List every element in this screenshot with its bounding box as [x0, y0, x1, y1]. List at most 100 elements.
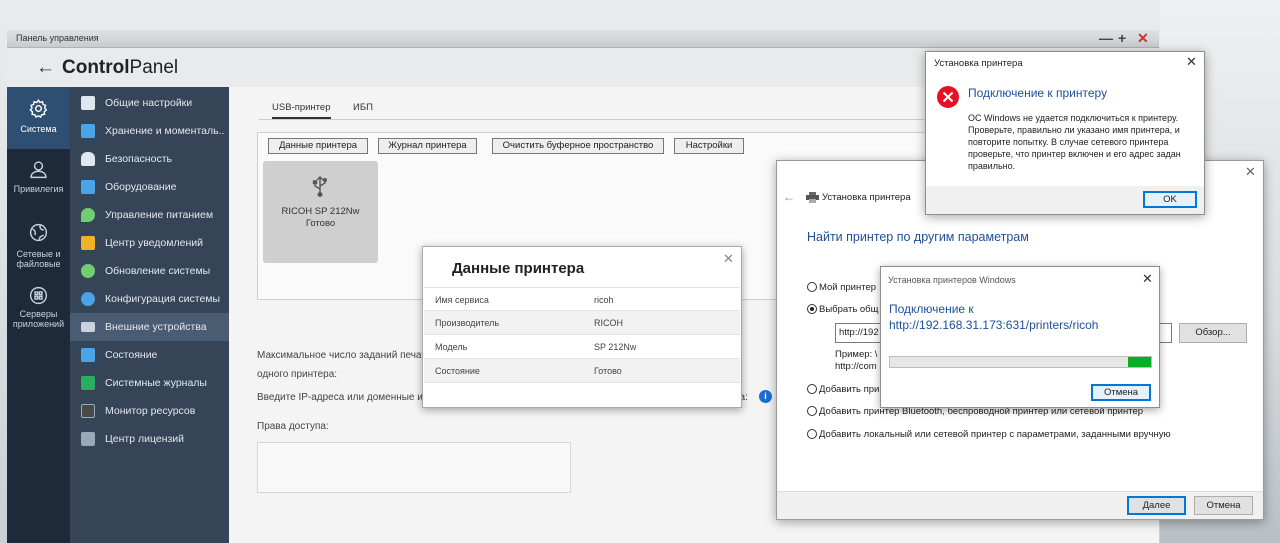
printer-card-name: RICOH SP 212Nw [281, 206, 360, 217]
minimize-button[interactable]: — [1099, 30, 1113, 47]
nav-app-servers-label: Серверы приложений [12, 309, 65, 329]
table-row: Модель SP 212Nw [424, 335, 740, 359]
sidebar-item-label: Центр уведомлений [105, 237, 203, 249]
sidebar-item-logs[interactable]: Системные журналы [70, 369, 229, 397]
radio-label: Выбрать общ [819, 304, 879, 315]
sidebar-item-update[interactable]: Обновление системы [70, 257, 229, 285]
example-text: http://com [835, 361, 877, 372]
radio-label: Добавить при [819, 384, 880, 395]
row-key: Производитель [435, 318, 500, 328]
radio-label: Добавить локальный или сетевой принтер с… [819, 429, 1171, 440]
nav-app-servers[interactable]: Серверы приложений [7, 279, 70, 341]
sidebar-item-label: Безопасность [105, 153, 172, 165]
printer-card[interactable]: RICOH SP 212Nw Готово [263, 161, 378, 263]
sidebar-item-label: Хранение и моменталь... [105, 125, 225, 137]
connection-progress-dialog: Установка принтеров Windows ✕ Подключени… [880, 266, 1160, 408]
error-icon [937, 86, 959, 108]
sidebar-item-label: Обновление системы [105, 265, 211, 277]
cancel-button[interactable]: Отмена [1194, 496, 1253, 515]
back-arrow-icon[interactable]: ← [36, 58, 55, 77]
row-value: ricoh [594, 295, 614, 305]
sidebar-item-power[interactable]: Управление питанием [70, 201, 229, 229]
back-arrow-icon[interactable]: ← [783, 190, 795, 204]
connection-heading: Подключение к http://192.168.31.173:631/… [889, 301, 1151, 333]
printer-log-button[interactable]: Журнал принтера [378, 138, 477, 154]
sidebar-item-resource-monitor[interactable]: Монитор ресурсов [70, 397, 229, 425]
sidebar-item-label: Состояние [105, 349, 158, 361]
nav-system[interactable]: Система [7, 87, 70, 149]
tab-usb-printer[interactable]: USB-принтер [272, 102, 331, 119]
row-value: Готово [594, 366, 622, 376]
browse-button[interactable]: Обзор... [1179, 323, 1247, 343]
max-jobs-label: Максимальное число заданий печат [257, 350, 426, 361]
tab-ups[interactable]: ИБП [353, 102, 373, 113]
sidebar-item-security[interactable]: Безопасность [70, 145, 229, 173]
access-rights-label: Права доступа: [257, 421, 329, 432]
update-icon [81, 264, 95, 278]
sidebar-item-status[interactable]: Состояние [70, 341, 229, 369]
printer-data-dialog: Данные принтера ✕ Имя сервиса ricoh Прои… [422, 246, 742, 408]
ok-button[interactable]: OK [1143, 191, 1197, 208]
sidebar-item-notifications[interactable]: Центр уведомлений [70, 229, 229, 257]
sidebar-item-label: Управление питанием [105, 209, 214, 221]
sidebar-item-general[interactable]: Общие настройки [70, 89, 229, 117]
printer-data-button[interactable]: Данные принтера [268, 138, 368, 154]
settings-doc-icon [81, 96, 95, 110]
power-icon [81, 208, 95, 222]
radio-select-shared[interactable] [807, 304, 817, 314]
close-icon[interactable]: ✕ [1186, 54, 1197, 70]
external-device-icon [81, 322, 95, 332]
sidebar-item-license[interactable]: Центр лицензий [70, 425, 229, 453]
dialog-footer: OK [926, 186, 1204, 214]
gear-icon [29, 98, 48, 119]
sidebar-item-label: Системные журналы [105, 377, 207, 389]
radio-add-by-ip[interactable] [807, 384, 817, 394]
sidebar-item-label: Конфигурация системы [105, 293, 221, 305]
progress-bar [889, 356, 1152, 368]
nav-privileges[interactable]: Привилегия [7, 151, 70, 213]
sidebar-item-hardware[interactable]: Оборудование [70, 173, 229, 201]
settings-button[interactable]: Настройки [674, 138, 744, 154]
close-icon[interactable]: ✕ [1142, 271, 1153, 287]
nav-network-file[interactable]: Сетевые и файловые [7, 215, 70, 277]
row-value: SP 212Nw [594, 342, 637, 352]
error-message: ОС Windows не удается подключиться к при… [968, 113, 1181, 171]
printer-error-dialog: Установка принтера ✕ Подключение к принт… [925, 51, 1205, 215]
progress-fill [1127, 357, 1151, 367]
usb-icon [312, 176, 327, 197]
dialog-title: Установка принтера [934, 58, 1023, 69]
close-icon[interactable]: ✕ [723, 251, 734, 267]
cancel-button[interactable]: Отмена [1091, 384, 1151, 401]
config-icon [81, 292, 95, 306]
clear-buffer-button[interactable]: Очистить буферное пространство [492, 138, 664, 154]
info-icon[interactable]: i [759, 390, 772, 403]
nav-system-label: Система [20, 124, 57, 134]
sidebar-item-storage[interactable]: Хранение и моменталь... [70, 117, 229, 145]
maximize-button[interactable]: + [1118, 30, 1126, 47]
nav-privileges-label: Привилегия [13, 184, 64, 194]
radio-add-manual[interactable] [807, 429, 817, 439]
row-key: Модель [435, 342, 468, 352]
radio-my-printer[interactable] [807, 282, 817, 292]
next-button[interactable]: Далее [1127, 496, 1186, 515]
printer-icon [806, 192, 819, 203]
sidebar-item-config[interactable]: Конфигурация системы [70, 285, 229, 313]
access-rights-box[interactable] [257, 442, 571, 493]
app-title: ControlPanel [62, 57, 179, 78]
log-icon [81, 376, 95, 390]
category-nav: Система Привилегия Сетевые и файловые Се… [7, 87, 70, 543]
close-button[interactable]: ✕ [1137, 30, 1149, 47]
ip-address-label: Введите IP-адреса или доменные им [257, 392, 430, 403]
license-icon [81, 432, 95, 446]
table-row: Имя сервиса ricoh [424, 287, 740, 311]
connection-url: http://192.168.31.173:631/printers/ricoh [889, 318, 1099, 332]
close-icon[interactable]: ✕ [1245, 164, 1256, 180]
sidebar-item-external-devices[interactable]: Внешние устройства [70, 313, 229, 341]
storage-icon [81, 124, 95, 138]
dialog-title: Установка принтеров Windows [888, 275, 1016, 285]
radio-add-wireless[interactable] [807, 406, 817, 416]
notification-icon [81, 236, 95, 250]
settings-sidebar: Общие настройки Хранение и моменталь... … [70, 87, 229, 543]
sidebar-item-label: Монитор ресурсов [105, 405, 196, 417]
radio-label: Мой принтер [819, 282, 877, 293]
